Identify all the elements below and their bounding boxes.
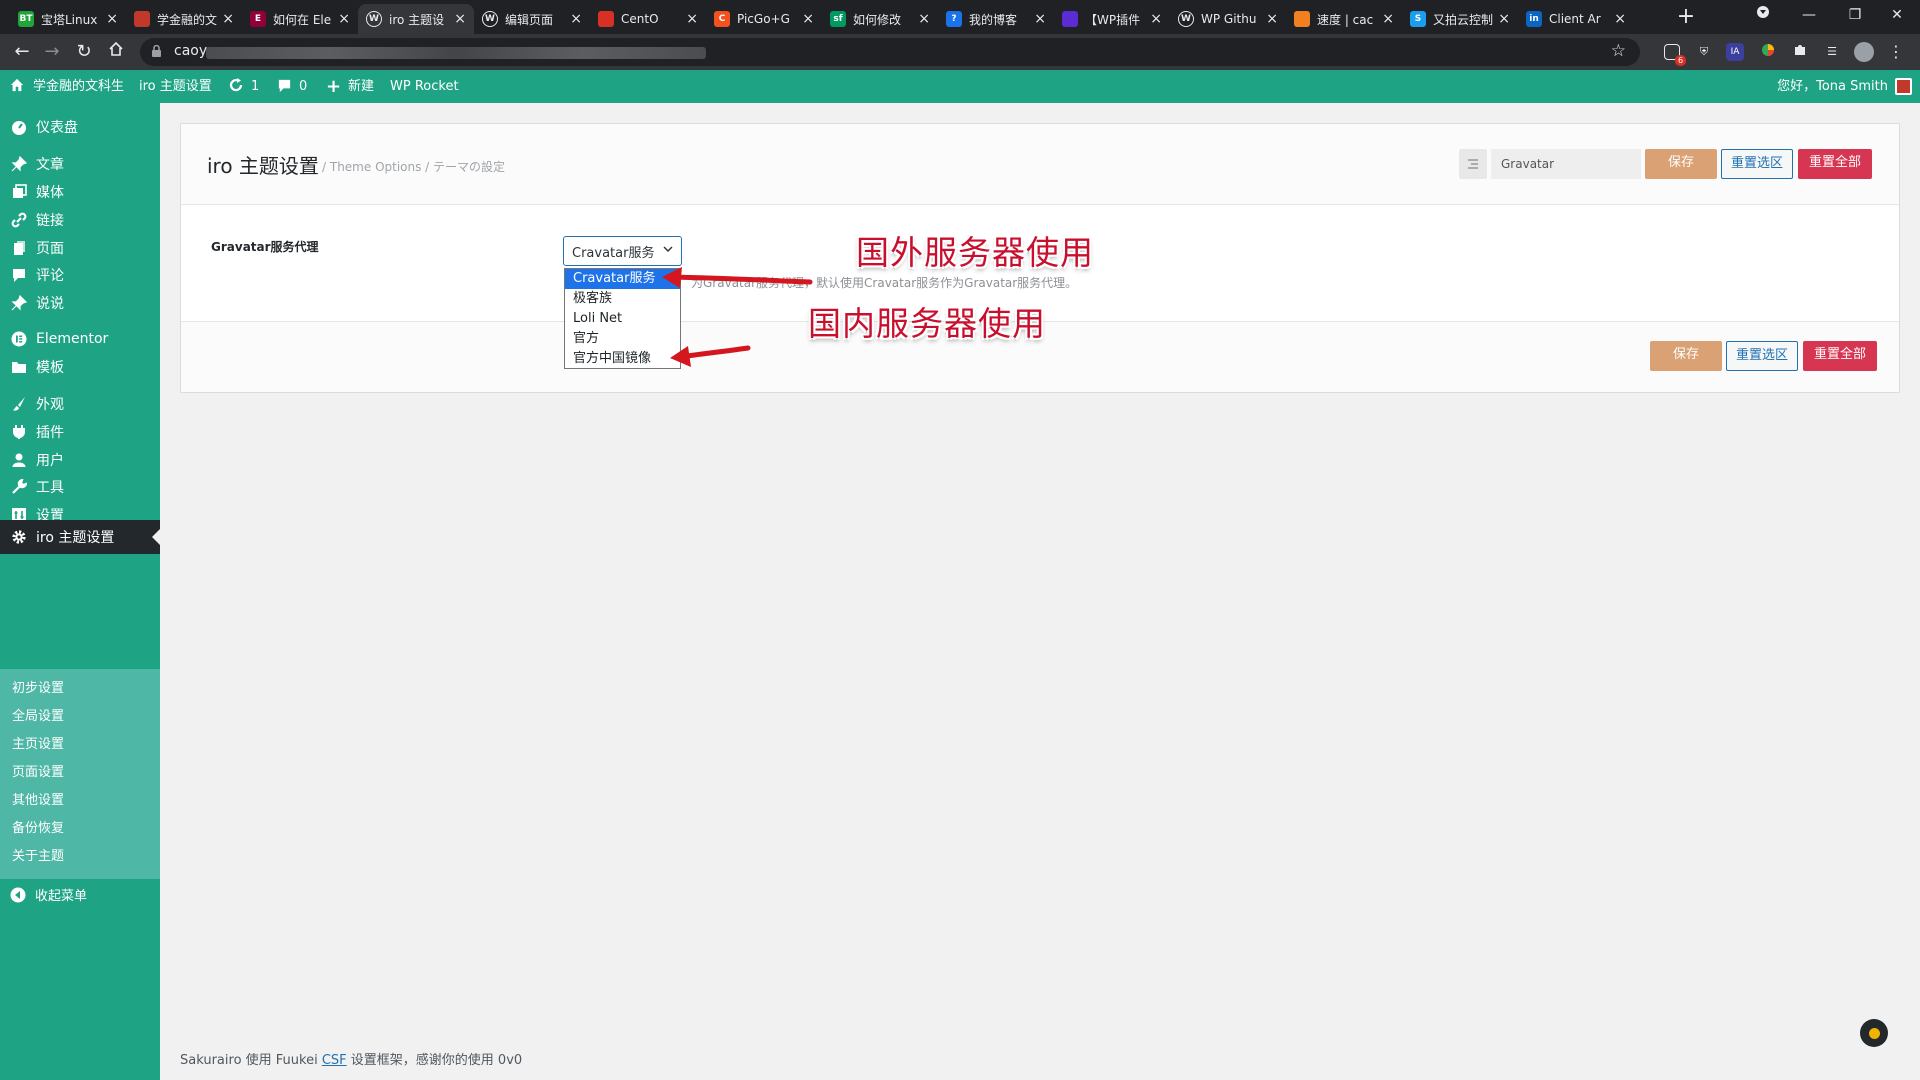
annotation-domestic: 国内服务器使用 xyxy=(808,304,1046,343)
annotation-arrows xyxy=(662,267,813,367)
annotation-foreign: 国外服务器使用 xyxy=(856,233,1094,272)
arrow-to-china-mirror-option xyxy=(670,345,751,367)
arrow-to-cravatar-option xyxy=(662,267,813,288)
